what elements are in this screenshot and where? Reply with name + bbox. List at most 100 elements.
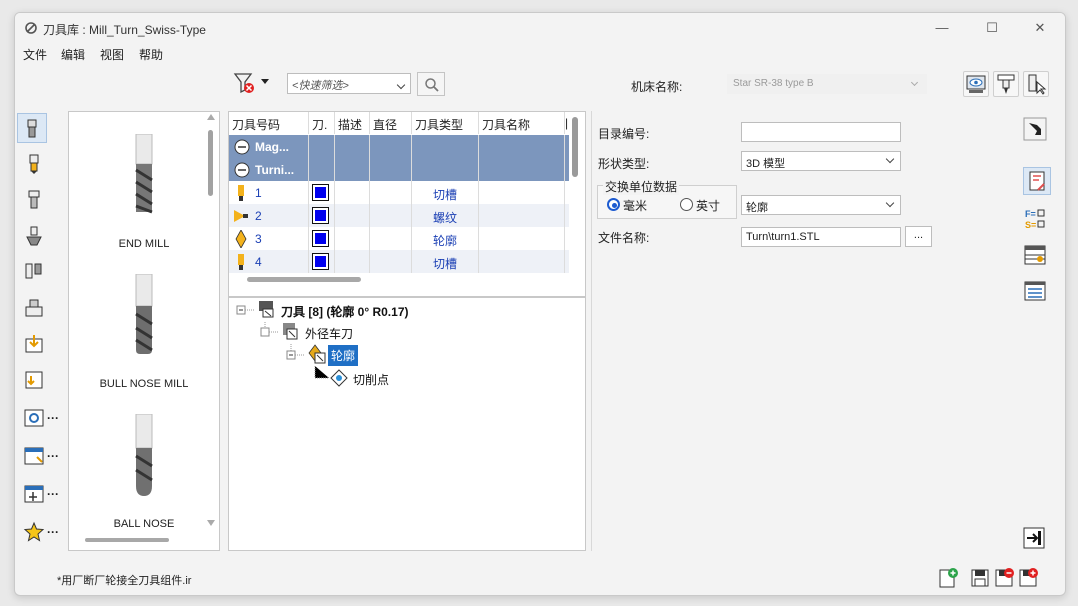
title-bar: 刀具库 : Mill_Turn_Swiss-Type — ☐ ✕ (15, 13, 1065, 43)
more-icon[interactable]: ··· (47, 525, 59, 539)
machine-name-select[interactable]: Star SR-38 type B (727, 74, 927, 94)
filter-dropdown-icon[interactable] (261, 79, 269, 84)
menu-edit[interactable]: 编辑 (61, 46, 85, 63)
table-row[interactable]: 2 螺纹 (229, 204, 569, 227)
more-icon[interactable]: ··· (47, 487, 59, 501)
menu-view[interactable]: 视图 (100, 46, 124, 63)
machine-name-label: 机床名称: (631, 80, 683, 94)
unit-inch-radio[interactable] (680, 198, 693, 211)
shape-type-select[interactable]: 3D 模型 (741, 151, 901, 171)
tool-type-tap[interactable] (15, 185, 65, 215)
ball-nose-image (135, 414, 153, 496)
window-title: 刀具库 : Mill_Turn_Swiss-Type (43, 23, 206, 37)
list-view-button[interactable] (1023, 279, 1051, 307)
save-icon (971, 569, 989, 587)
filter-icon[interactable] (233, 71, 257, 95)
pick-button[interactable] (1023, 117, 1051, 145)
table-hscrollbar[interactable] (247, 277, 361, 282)
menu-file[interactable]: 文件 (23, 46, 47, 63)
column-header-diameter[interactable]: 直径 (370, 112, 412, 134)
mill-tool-icon (27, 119, 37, 138)
more-icon[interactable]: ··· (47, 411, 59, 425)
status-text: *用厂断厂轮接全刀具组件.ir (57, 575, 192, 587)
exit-panel-button[interactable] (1023, 527, 1051, 555)
tool-type-holder[interactable] (15, 293, 65, 323)
tree-cut-point-label[interactable]: 切削点 (353, 371, 389, 388)
drill-tool-icon (29, 154, 39, 174)
table-view-icon (1024, 245, 1046, 265)
table-vscrollbar[interactable] (572, 117, 578, 177)
tree-holder-label[interactable]: 外径车刀 (305, 325, 353, 342)
table-group-row[interactable]: Mag... (229, 135, 569, 158)
tool-favorites[interactable]: ··· (15, 517, 65, 547)
tool-select-button[interactable] (1023, 71, 1049, 97)
profile-select[interactable]: 轮廓 (741, 195, 901, 215)
catalog-number-input[interactable] (741, 122, 901, 142)
star-icon (23, 521, 45, 542)
machine-view-button[interactable] (963, 71, 989, 97)
maximize-button[interactable]: ☐ (969, 17, 1015, 39)
file-name-input[interactable]: Turn\turn1.STL (741, 227, 901, 247)
import-icon (25, 335, 43, 353)
tool-type-boring[interactable] (15, 221, 65, 251)
more-icon[interactable]: ··· (47, 449, 59, 463)
tool-table[interactable]: 刀具号码 刀. 描述 直径 刀具类型 刀具名称 | Mag... Turni..… (228, 111, 586, 297)
minimize-button[interactable]: — (919, 17, 965, 39)
eye-machine-icon (966, 75, 986, 93)
tool-machine-setup[interactable]: ··· (15, 403, 65, 433)
unit-data-label: 交换单位数据 (603, 178, 680, 195)
table-row[interactable]: 1 切槽 (229, 181, 569, 204)
gallery-hscrollbar[interactable] (85, 538, 169, 542)
save-as-icon (995, 568, 1014, 587)
tool-assembly[interactable]: ··· (15, 479, 65, 509)
unit-mm-radio[interactable] (607, 198, 620, 211)
tool-import[interactable] (15, 329, 65, 359)
tool-table-edit[interactable]: ··· (15, 441, 65, 471)
column-header-tool[interactable]: 刀. (309, 112, 335, 134)
tool-type: 切槽 (412, 250, 479, 273)
assembly-icon (24, 485, 44, 503)
tool-edit-button[interactable] (1023, 167, 1051, 195)
collapse-icon[interactable] (234, 162, 250, 178)
search-button[interactable] (417, 72, 445, 96)
tool-holder-button[interactable] (993, 71, 1019, 97)
tool-holder-icon (997, 74, 1015, 94)
save-as-button[interactable] (993, 567, 1015, 589)
formula-button[interactable]: F= S= (1023, 207, 1051, 235)
close-button[interactable]: ✕ (1017, 17, 1063, 39)
new-tool-button[interactable] (937, 567, 959, 589)
table-group-row[interactable]: Turni... (229, 158, 569, 181)
tree-insert-label[interactable]: 轮廓 (328, 345, 359, 366)
formula-icon: F=S= (1025, 209, 1045, 230)
column-header-tool-number[interactable]: 刀具号码 (229, 112, 309, 134)
holder-icon (25, 299, 43, 317)
column-header-description[interactable]: 描述 (335, 112, 370, 134)
table-row[interactable]: 4 切槽 (229, 250, 569, 273)
tool-type-multi[interactable] (15, 257, 65, 287)
color-swatch[interactable] (309, 204, 335, 227)
color-swatch[interactable] (309, 250, 335, 273)
exit-icon (1023, 527, 1045, 549)
tool-type-drill[interactable] (15, 149, 65, 179)
table-row[interactable]: 3 轮廓 (229, 227, 569, 250)
table-edit-icon (24, 447, 44, 465)
quick-filter-select[interactable]: <快速筛选> (287, 73, 411, 94)
tool-type: 切槽 (412, 181, 479, 204)
color-swatch[interactable] (309, 181, 335, 204)
tool-tree[interactable]: 刀具 [8] (轮廓 0° R0.17) 外径车刀 轮廓 切削点 (228, 297, 586, 551)
save-button[interactable] (969, 567, 991, 589)
collapse-icon[interactable] (234, 139, 250, 155)
save-new-button[interactable] (1017, 567, 1039, 589)
menu-help[interactable]: 帮助 (139, 46, 163, 63)
tool-library-window: 刀具库 : Mill_Turn_Swiss-Type — ☐ ✕ 文件 编辑 视… (14, 12, 1066, 596)
color-swatch[interactable] (309, 227, 335, 250)
column-header-tool-type[interactable]: 刀具类型 (412, 112, 479, 134)
table-view-button[interactable] (1023, 243, 1051, 271)
column-header-tool-name[interactable]: 刀具名称 (479, 112, 565, 134)
tool-export[interactable] (15, 365, 65, 395)
tool-type-mill[interactable] (17, 113, 47, 143)
gallery-scrollbar[interactable] (206, 114, 216, 526)
browse-button[interactable]: ... (905, 226, 932, 247)
tool-gallery[interactable]: END MILL BULL NOSE MILL BALL NOSE (68, 111, 220, 551)
tree-root-label[interactable]: 刀具 [8] (轮廓 0° R0.17) (281, 303, 409, 320)
